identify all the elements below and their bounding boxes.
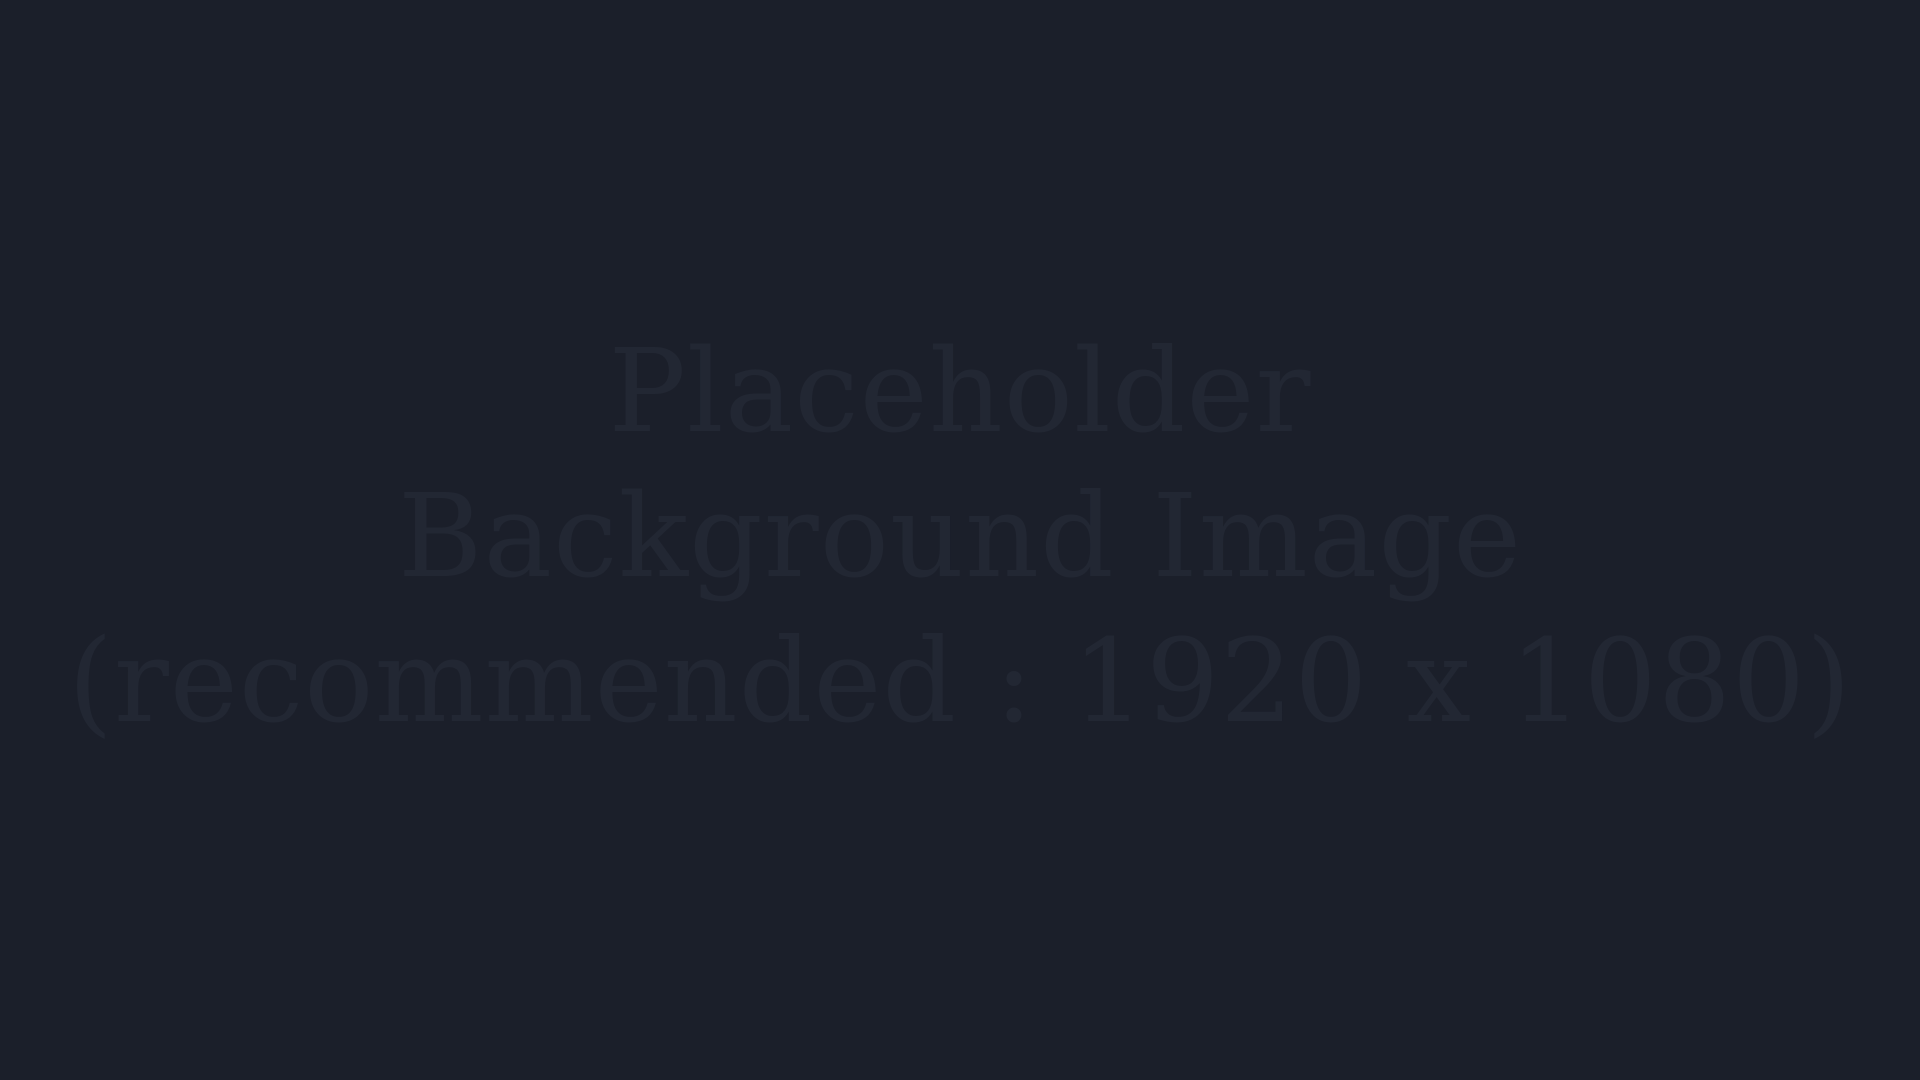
background-canvas: Placeholder Background Image (recommende… [0, 0, 1920, 1080]
placeholder-subtitle: Background Image [398, 470, 1522, 604]
placeholder-text-block: Placeholder Background Image (recommende… [0, 320, 1920, 755]
placeholder-title: Placeholder [608, 325, 1312, 459]
placeholder-resolution-note: (recommended : 1920 x 1080) [67, 615, 1853, 749]
